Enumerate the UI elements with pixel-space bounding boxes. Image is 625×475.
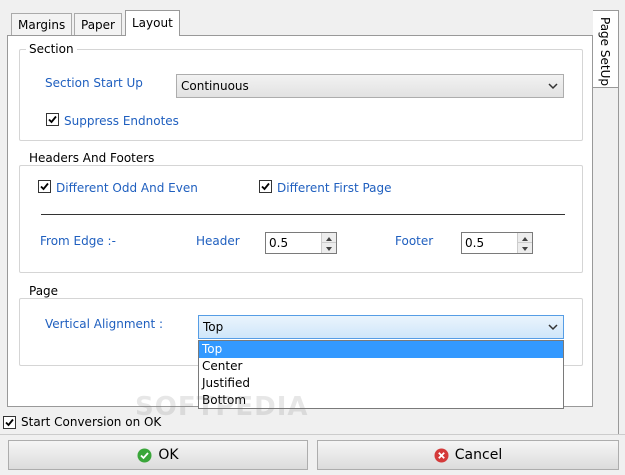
header-label: Header: [196, 234, 240, 248]
check-icon: [48, 115, 57, 124]
vertical-alignment-select[interactable]: Top: [198, 315, 564, 339]
different-first-page-label: Different First Page: [277, 181, 392, 195]
header-value: 0.5: [269, 236, 289, 250]
check-icon: [40, 182, 49, 191]
dropdown-option-center[interactable]: Center: [199, 358, 563, 375]
triangle-down-icon: [522, 247, 528, 251]
spin-down-button[interactable]: [518, 243, 532, 253]
suppress-endnotes-label: Suppress Endnotes: [64, 114, 179, 128]
spin-up-button[interactable]: [518, 233, 532, 243]
start-conversion-checkbox[interactable]: [3, 416, 16, 429]
tab-margins[interactable]: Margins: [11, 13, 73, 35]
header-spin-buttons: [321, 233, 336, 253]
tab-page-setup[interactable]: Page SetUp: [593, 10, 619, 88]
tab-paper-label: Paper: [81, 18, 115, 32]
vertical-alignment-label: Vertical Alignment :: [45, 317, 164, 331]
check-icon: [261, 182, 270, 191]
dropdown-option-top[interactable]: Top: [199, 341, 563, 358]
bottom-divider: [0, 434, 625, 435]
cancel-circle-icon: [434, 448, 449, 462]
dropdown-option-justified[interactable]: Justified: [199, 375, 563, 392]
spin-down-button[interactable]: [322, 243, 336, 253]
cancel-button[interactable]: Cancel: [317, 440, 619, 470]
triangle-down-icon: [326, 247, 332, 251]
vertical-alignment-dropdown: Top Center Justified Bottom: [198, 340, 564, 409]
tab-margins-label: Margins: [18, 18, 66, 32]
section-start-value: Continuous: [181, 79, 249, 93]
tab-page-setup-label: Page SetUp: [598, 17, 612, 86]
from-edge-label: From Edge :-: [40, 234, 116, 248]
check-icon: [5, 418, 14, 427]
divider: [41, 214, 565, 215]
footer-spin-buttons: [517, 233, 532, 253]
tab-paper[interactable]: Paper: [74, 13, 122, 35]
chevron-down-icon: [548, 324, 558, 331]
headers-footers-title: Headers And Footers: [26, 151, 158, 165]
header-spinbox[interactable]: 0.5: [265, 232, 337, 254]
spin-up-button[interactable]: [322, 233, 336, 243]
different-odd-even-label: Different Odd And Even: [56, 181, 198, 195]
chevron-down-icon: [548, 83, 558, 90]
footer-spinbox[interactable]: 0.5: [461, 232, 533, 254]
check-circle-icon: [137, 448, 152, 462]
ok-button[interactable]: OK: [8, 440, 308, 470]
suppress-endnotes-checkbox[interactable]: [46, 113, 59, 126]
cancel-button-label: Cancel: [454, 447, 503, 463]
panel-right-border: [618, 88, 619, 434]
section-title: Section: [26, 42, 77, 56]
start-conversion-label: Start Conversion on OK: [21, 415, 162, 429]
footer-value: 0.5: [465, 236, 485, 250]
cancel-button-content: Cancel: [434, 447, 502, 463]
different-odd-even-checkbox[interactable]: [38, 180, 51, 193]
footer-label: Footer: [395, 234, 434, 248]
section-start-label: Section Start Up: [45, 76, 143, 90]
tab-layout[interactable]: Layout: [125, 10, 180, 36]
page-title: Page: [26, 284, 62, 298]
ok-button-content: OK: [137, 447, 179, 463]
dropdown-option-bottom[interactable]: Bottom: [199, 392, 563, 409]
ok-button-label: OK: [158, 447, 179, 463]
vertical-alignment-value: Top: [203, 320, 224, 334]
different-first-page-checkbox[interactable]: [259, 180, 272, 193]
section-start-select[interactable]: Continuous: [176, 74, 564, 98]
tab-layout-label: Layout: [132, 16, 173, 30]
